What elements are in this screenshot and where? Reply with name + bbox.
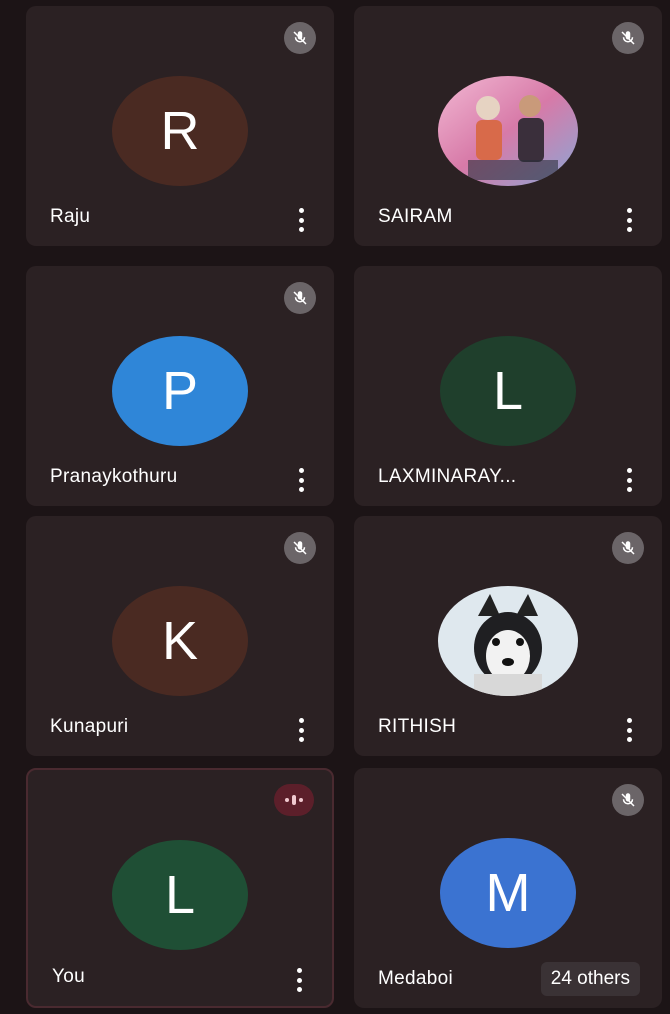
participant-tile-kunapuri[interactable]: K Kunapuri — [26, 516, 334, 756]
participant-tile-rithish[interactable]: RITHISH — [354, 516, 662, 756]
avatar: L — [440, 336, 576, 446]
avatar: R — [112, 76, 248, 186]
avatar-initial: L — [164, 865, 196, 925]
more-vert-icon[interactable] — [624, 208, 634, 232]
more-vert-icon[interactable] — [296, 718, 306, 742]
participant-name: LAXMINARAY... — [378, 466, 517, 487]
avatar-initial: R — [160, 101, 200, 161]
participant-name: SAIRAM — [378, 206, 453, 227]
participant-name: Kunapuri — [50, 716, 129, 737]
participant-tile-laxminaray[interactable]: L LAXMINARAY... — [354, 266, 662, 506]
mic-off-icon — [284, 532, 316, 564]
participant-tile-medaboi[interactable]: M Medaboi 24 others — [354, 768, 662, 1008]
participant-tile-you[interactable]: L You — [26, 768, 334, 1008]
participant-tile-sairam[interactable]: SAIRAM — [354, 6, 662, 246]
others-count-badge[interactable]: 24 others — [540, 962, 640, 996]
avatar: L — [112, 840, 248, 950]
participant-name: RITHISH — [378, 716, 457, 737]
participant-grid: R Raju SAIRAM P Pranaykothuru L LAXMINAR… — [8, 6, 662, 1010]
mic-off-icon — [612, 22, 644, 54]
participant-name: Medaboi — [378, 968, 453, 989]
more-vert-icon[interactable] — [624, 718, 634, 742]
avatar: P — [112, 336, 248, 446]
mic-off-icon — [612, 784, 644, 816]
participant-tile-pranaykothuru[interactable]: P Pranaykothuru — [26, 266, 334, 506]
avatar-initial: P — [161, 361, 199, 421]
participant-name: Raju — [50, 206, 91, 227]
participant-name: You — [52, 966, 85, 987]
more-vert-icon[interactable] — [296, 468, 306, 492]
people-photo — [438, 76, 578, 186]
avatar-initial: L — [492, 361, 524, 421]
participant-name: Pranaykothuru — [50, 466, 178, 487]
mic-off-icon — [612, 532, 644, 564]
audio-level-icon — [274, 784, 314, 816]
avatar-initial: M — [485, 863, 531, 923]
avatar: K — [112, 586, 248, 696]
mic-off-icon — [284, 22, 316, 54]
avatar: M — [440, 838, 576, 948]
more-vert-icon[interactable] — [296, 208, 306, 232]
avatar-initial: K — [161, 611, 199, 671]
more-vert-icon[interactable] — [624, 468, 634, 492]
participant-tile-raju[interactable]: R Raju — [26, 6, 334, 246]
mic-off-icon — [284, 282, 316, 314]
more-vert-icon[interactable] — [294, 968, 304, 992]
husky-photo — [438, 586, 578, 696]
